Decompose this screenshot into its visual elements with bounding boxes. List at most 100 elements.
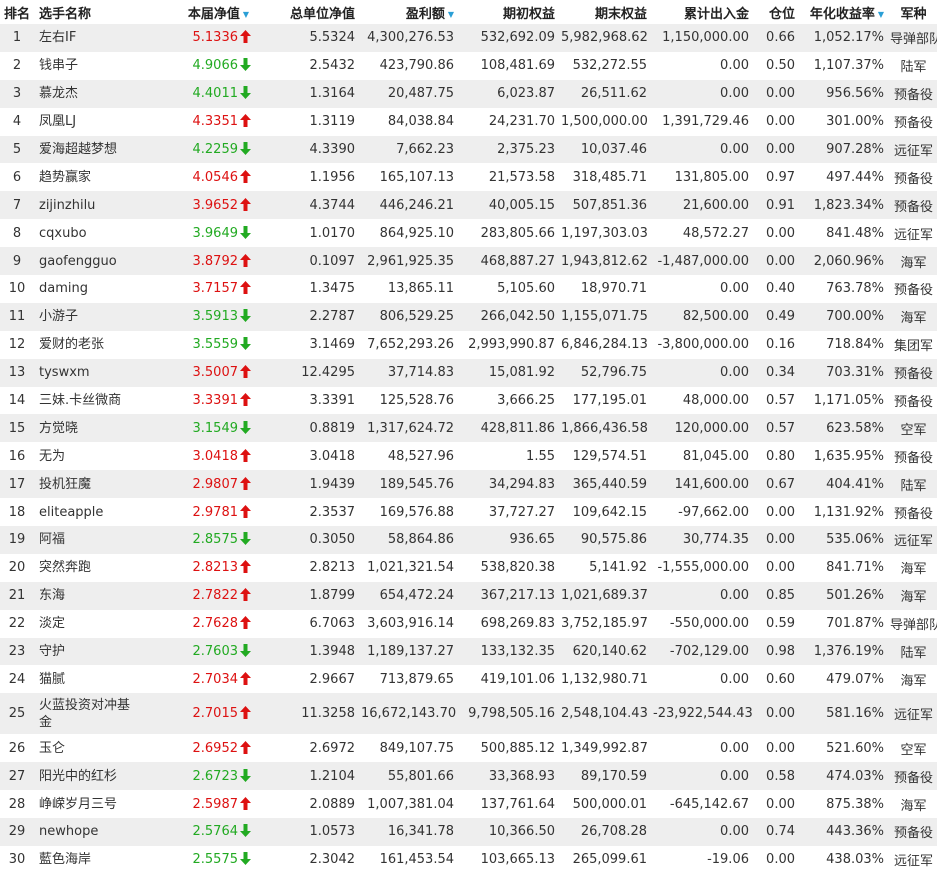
header-profit-label: 盈利额: [405, 6, 445, 22]
cell-player-name[interactable]: 猫腻: [34, 665, 143, 693]
table-row[interactable]: 27 阳光中的红杉 2.6723 1.2104 55,801.66 33,368.93 89…: [0, 762, 937, 791]
cell-player-name[interactable]: 藍色海岸: [34, 846, 143, 874]
header-unit-nav[interactable]: 总单位净值: [255, 0, 361, 24]
table-row[interactable]: 19 阿福 2.8575 0.3050 58,864.86 936.65 90,575.86…: [0, 526, 937, 554]
table-row[interactable]: 30 藍色海岸 2.5575 2.3042 161,453.54 103,665.13 26…: [0, 846, 937, 874]
cell-rank: 8: [12, 225, 22, 241]
cell-annual-return: 497.44%: [826, 169, 884, 185]
table-row[interactable]: 28 峥嵘岁月三号 2.5987 2.0889 1,007,381.04 137,761.…: [0, 790, 937, 818]
cell-player-name[interactable]: 爱财的老张: [34, 331, 143, 359]
cell-annual-return: 1,823.34%: [801, 191, 890, 220]
cell-player-name[interactable]: newhope: [34, 818, 143, 846]
cell-nav: 3.9649: [143, 219, 255, 247]
table-row[interactable]: 6 趋势赢家 4.0546 1.1956 165,107.13 21,573.58 318,…: [0, 163, 937, 191]
table-row[interactable]: 12 爱财的老张 3.5559 3.1469 7,652,293.26 2,993,990…: [0, 331, 937, 359]
cell-player-name[interactable]: 峥嵘岁月三号: [34, 790, 143, 818]
table-row[interactable]: 13 tyswxm 3.5007 12.4295 37,714.83 15,081.92 5…: [0, 358, 937, 387]
header-rank[interactable]: 排名: [0, 0, 34, 24]
table-row[interactable]: 4 凤凰LJ 4.3351 1.3119 84,038.84 24,231.70 1,500…: [0, 108, 937, 136]
cell-cum-flow: 81,045.00: [682, 448, 749, 464]
cell-player-name[interactable]: zijinzhilu: [34, 191, 143, 220]
table-row[interactable]: 3 慕龙杰 4.4011 1.3164 20,487.75 6,023.87 26,511.…: [0, 79, 937, 108]
cell-player-name[interactable]: 无为: [34, 442, 143, 470]
table-row[interactable]: 17 投机狂魔 2.9807 1.9439 189,545.76 34,294.83 365…: [0, 470, 937, 499]
cell-branch: 陆军: [900, 60, 927, 76]
cell-profit: 2,961,925.35: [361, 247, 460, 276]
cell-player-name[interactable]: tyswxm: [34, 358, 143, 387]
table-row[interactable]: 22 淡定 2.7628 6.7063 3,603,916.14 698,269.83 3,…: [0, 610, 937, 638]
table-row[interactable]: 16 无为 3.0418 3.0418 48,527.96 1.55 129,574.51 8…: [0, 442, 937, 470]
header-name[interactable]: 选手名称: [34, 0, 143, 24]
header-cum-flow[interactable]: 累计出入金: [653, 0, 755, 24]
cell-player-name[interactable]: 玉仑: [34, 734, 143, 762]
cell-unit-nav: 2.5432: [309, 58, 356, 74]
cell-player-name[interactable]: 阿福: [34, 526, 143, 554]
cell-player-name[interactable]: 突然奔跑: [34, 554, 143, 582]
table-row[interactable]: 14 三妹.卡丝微商 3.3391 3.3391 125,528.76 3,666.25 1…: [0, 387, 937, 415]
table-row[interactable]: 23 守护 2.7603 1.3948 1,189,137.27 133,132.35 62…: [0, 637, 937, 666]
sort-desc-icon[interactable]: ▼: [243, 10, 249, 19]
cell-player-name[interactable]: 火蓝投资对冲基金: [34, 693, 143, 735]
table-row[interactable]: 1 左右IF 5.1336 5.5324 4,300,276.53 532,692.09 5…: [0, 24, 937, 52]
table-row[interactable]: 10 daming 3.7157 1.3475 13,865.11 5,105.60 18,…: [0, 275, 937, 303]
cell-profit: 864,925.10: [379, 225, 454, 241]
sort-desc-icon[interactable]: ▼: [878, 10, 884, 19]
cell-start-equity: 419,101.06: [480, 671, 555, 687]
table-row[interactable]: 11 小游子 3.5913 2.2787 806,529.25 266,042.50 1,1…: [0, 302, 937, 331]
cell-end-equity: 1,021,689.37: [561, 581, 653, 610]
cell-player-name[interactable]: 凤凰LJ: [34, 108, 143, 136]
cell-player-name[interactable]: 守护: [34, 637, 143, 666]
cell-player-name[interactable]: cqxubo: [34, 219, 143, 247]
cell-branch: 集团军: [893, 339, 933, 355]
header-branch[interactable]: 军种: [890, 0, 937, 24]
cell-cum-flow: 0.00: [653, 135, 755, 164]
cell-annual-return: 521.60%: [826, 740, 884, 756]
table-row[interactable]: 24 猫腻 2.7034 2.9667 713,879.65 419,101.06 1,13…: [0, 665, 937, 693]
sort-desc-icon[interactable]: ▼: [448, 10, 454, 19]
table-row[interactable]: 21 东海 2.7822 1.8799 654,472.24 367,217.13 1,02…: [0, 581, 937, 610]
table-row[interactable]: 26 玉仑 2.6952 2.6972 849,107.75 500,885.12 1,34…: [0, 734, 937, 762]
cell-player-name[interactable]: 爱海超越梦想: [34, 135, 143, 164]
cell-cum-flow: 0.00: [720, 740, 749, 756]
cell-cum-flow: -1,487,000.00: [653, 247, 755, 276]
cell-nav: 2.6723: [143, 762, 255, 791]
table-row[interactable]: 8 cqxubo 3.9649 1.0170 864,925.10 283,805.66 1…: [0, 219, 937, 247]
cell-player-name[interactable]: 趋势赢家: [34, 163, 143, 191]
header-profit[interactable]: 盈利额 ▼: [361, 0, 460, 24]
cell-player-name[interactable]: 淡定: [34, 610, 143, 638]
header-nav[interactable]: 本届净值 ▼: [143, 0, 255, 24]
table-row[interactable]: 25 火蓝投资对冲基金 2.7015 11.3258 16,672,143.70 9,79…: [0, 693, 937, 735]
cell-player-name[interactable]: 小游子: [34, 302, 143, 331]
table-row[interactable]: 7 zijinzhilu 3.9652 4.3744 446,246.21 40,005.…: [0, 191, 937, 220]
table-row[interactable]: 29 newhope 2.5764 1.0573 16,341.78 10,366.50 2…: [0, 818, 937, 846]
cell-end-equity: 620,140.62: [561, 637, 653, 666]
table-row[interactable]: 5 爱海超越梦想 4.2259 4.3390 7,662.23 2,375.23 10,03…: [0, 135, 937, 164]
cell-annual-return: 501.26%: [801, 581, 890, 610]
header-end-equity[interactable]: 期末权益: [561, 0, 653, 24]
cell-player-name[interactable]: 阳光中的红杉: [34, 762, 143, 791]
cell-player-name[interactable]: eliteapple: [34, 498, 143, 526]
table-row[interactable]: 15 方觉晓 3.1549 0.8819 1,317,624.72 428,811.86 1…: [0, 414, 937, 443]
cell-nav: 3.5007: [143, 358, 255, 387]
cell-player-name[interactable]: 慕龙杰: [34, 79, 143, 108]
cell-player-name[interactable]: 钱串子: [34, 52, 143, 80]
cell-end-equity: 318,485.71: [572, 169, 647, 185]
cell-player-name[interactable]: daming: [34, 275, 143, 303]
arrow-up-icon: [240, 740, 251, 754]
header-position[interactable]: 仓位: [755, 0, 801, 24]
cell-player-name[interactable]: 三妹.卡丝微商: [34, 387, 143, 415]
table-row[interactable]: 2 钱串子 4.9066 2.5432 423,790.86 108,481.69 532,…: [0, 52, 937, 80]
table-row[interactable]: 20 突然奔跑 2.8213 2.8213 1,021,321.54 538,820.38…: [0, 554, 937, 582]
cell-player-name[interactable]: 方觉晓: [34, 414, 143, 443]
header-start-equity[interactable]: 期初权益: [460, 0, 561, 24]
cell-player-name[interactable]: gaofengguo: [34, 247, 143, 276]
header-annual-return[interactable]: 年化收益率 ▼: [801, 0, 890, 24]
cell-player-name[interactable]: 左右IF: [34, 24, 143, 52]
cell-player-name[interactable]: 东海: [34, 581, 143, 610]
cell-end-equity: 1,500,000.00: [561, 114, 648, 130]
table-row[interactable]: 9 gaofengguo 3.8792 0.1097 2,961,925.35 468,8…: [0, 247, 937, 276]
cell-profit: 423,790.86: [379, 58, 454, 74]
cell-player-name[interactable]: 投机狂魔: [34, 470, 143, 499]
cell-nav-value: 3.5559: [192, 337, 239, 353]
table-row[interactable]: 18 eliteapple 2.9781 2.3537 169,576.88 37,727…: [0, 498, 937, 526]
